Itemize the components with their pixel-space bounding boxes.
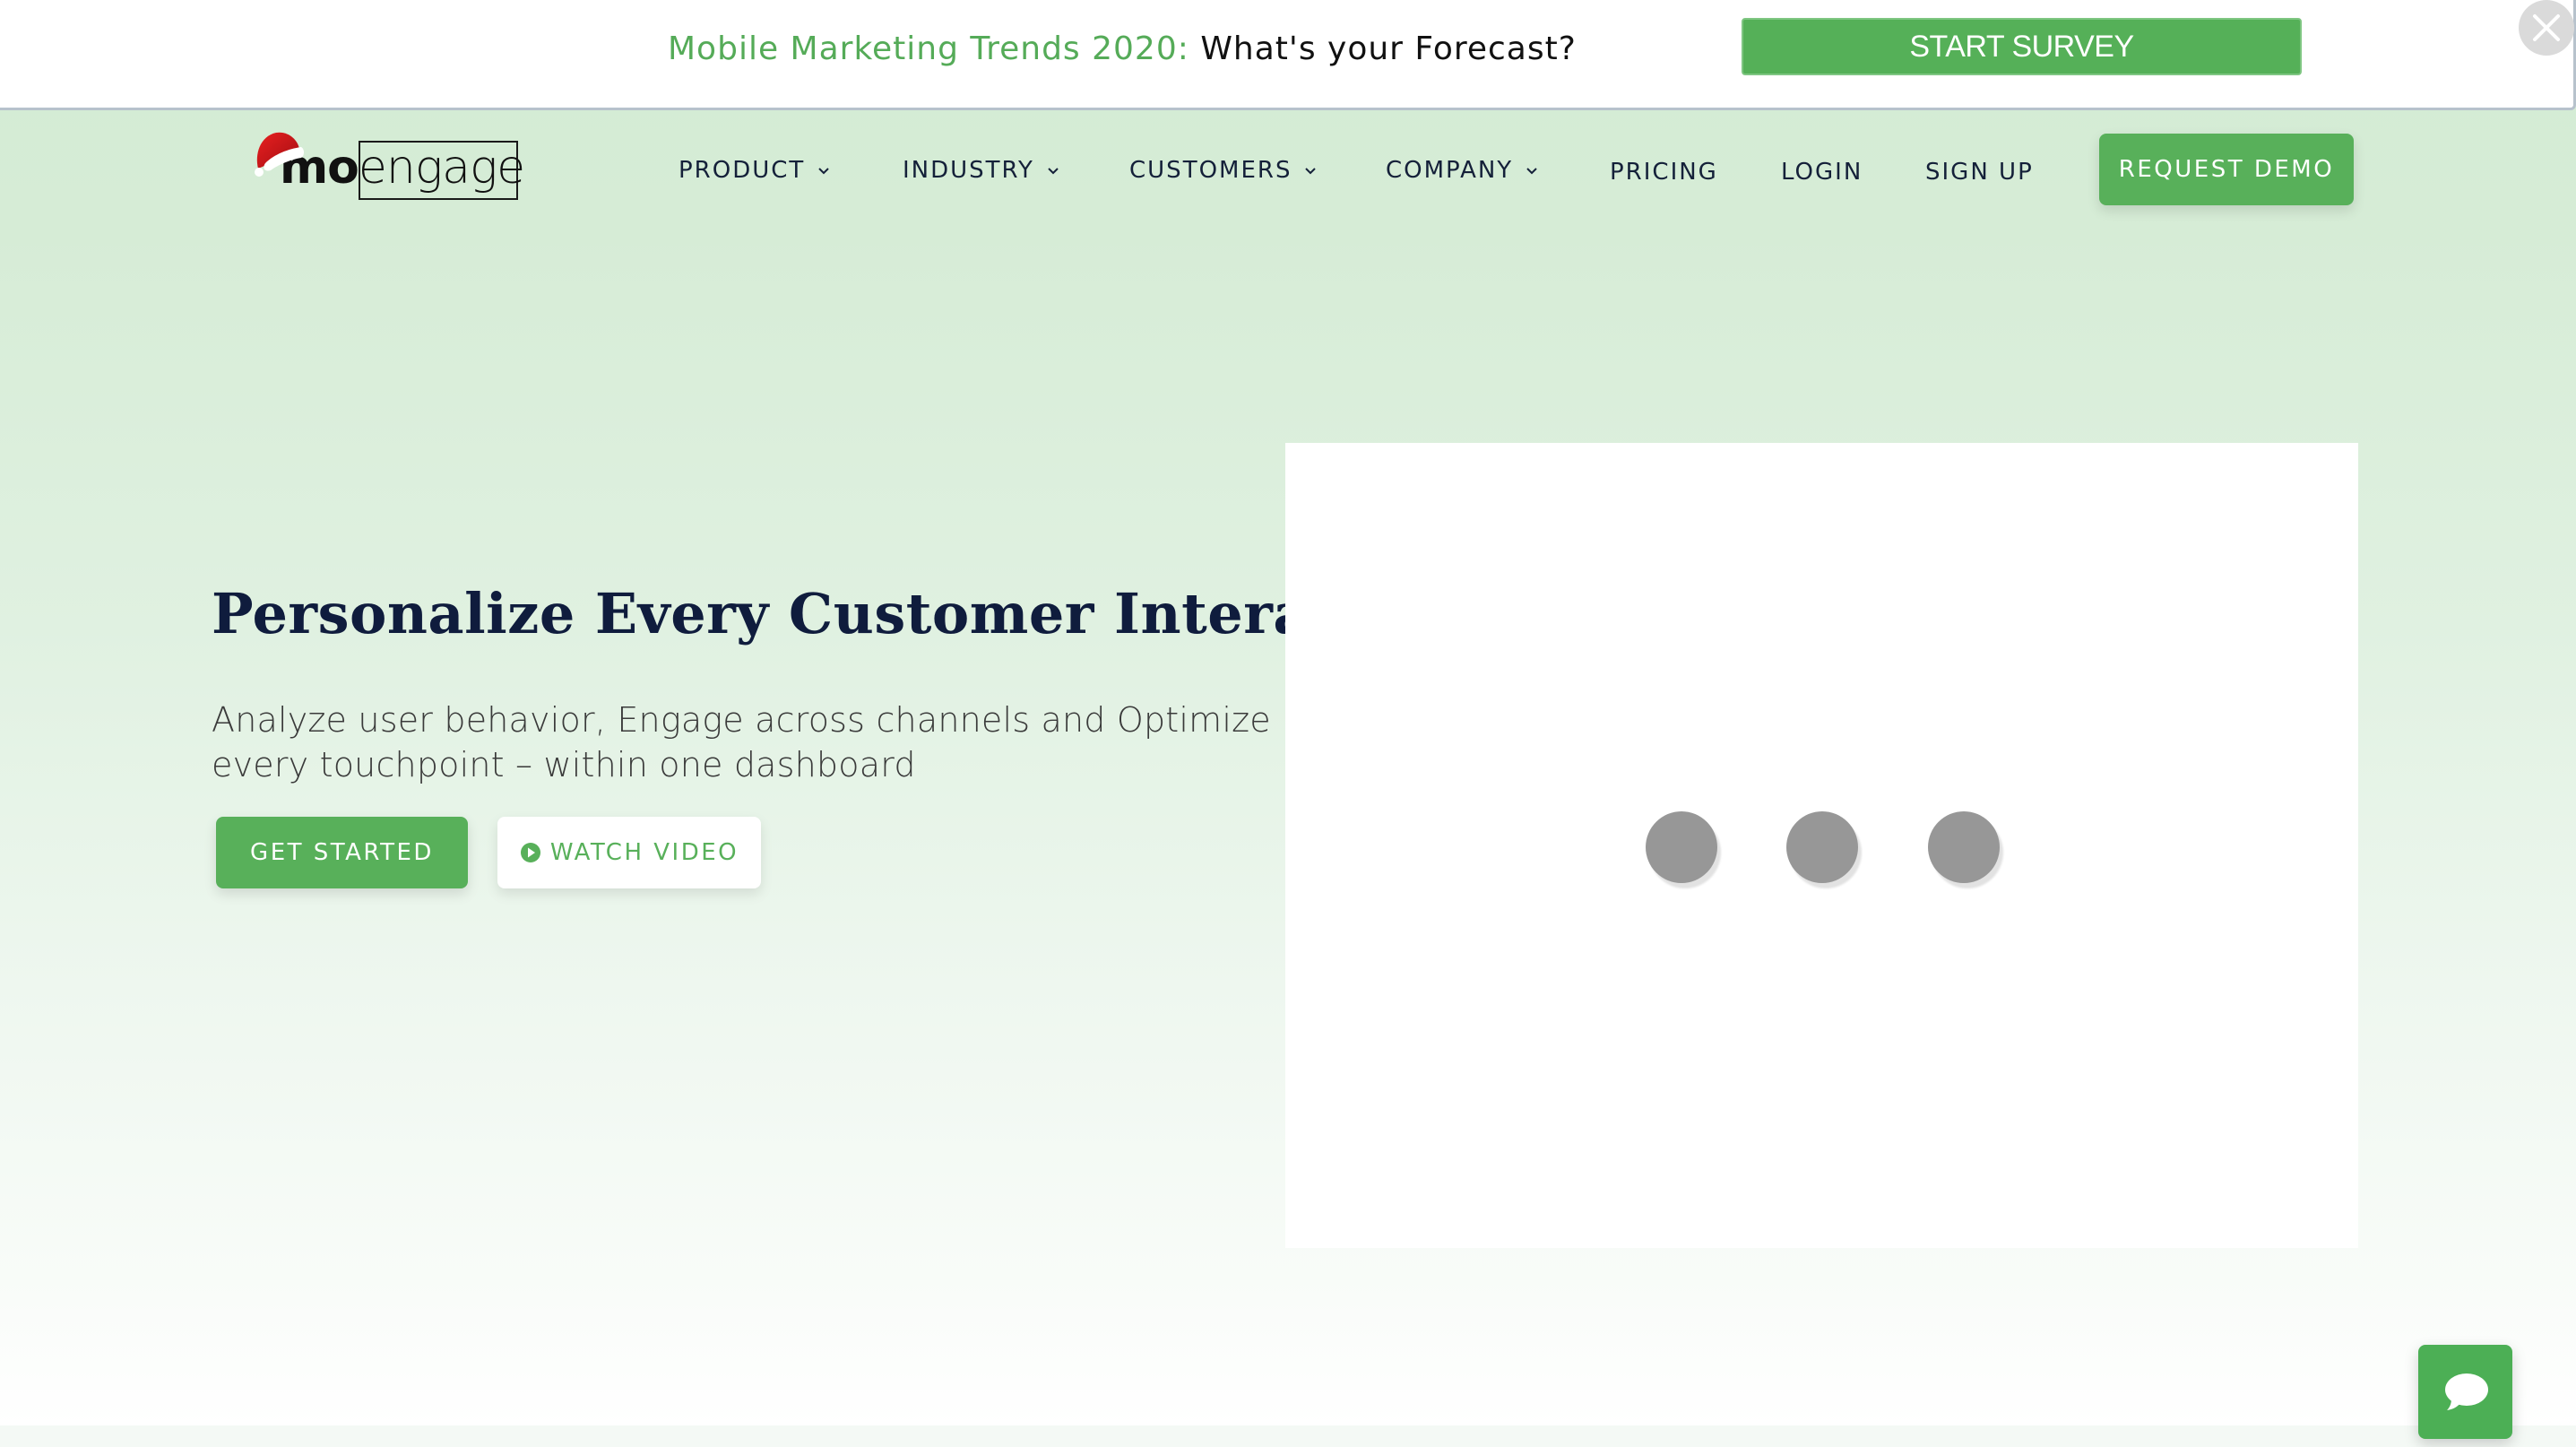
nav-industry-label: INDUSTRY [903, 157, 1034, 184]
hero-subtitle: Analyze user behavior, Engage across cha… [212, 700, 1271, 784]
nav-sign-up-label: SIGN UP [1925, 159, 2034, 186]
start-survey-button[interactable]: START SURVEY [1742, 18, 2302, 75]
survey-banner: Mobile Marketing Trends 2020: What's you… [0, 0, 2576, 110]
moengage-logo[interactable]: moengage [253, 127, 525, 206]
play-circle-icon [520, 843, 540, 862]
nav-company[interactable]: COMPANY [1386, 152, 1538, 188]
loader-dot [1786, 811, 1858, 883]
get-started-button[interactable]: GET STARTED [216, 817, 468, 888]
nav-sign-up[interactable]: SIGN UP [1925, 154, 2034, 190]
hero-title: Personalize Every Customer Interaction [212, 581, 1470, 646]
loader-dot [1646, 811, 1717, 883]
logo-wordmark: moengage [280, 136, 525, 199]
chevron-down-icon [1305, 167, 1317, 174]
nav-pricing[interactable]: PRICING [1610, 154, 1718, 190]
nav-login[interactable]: LOGIN [1781, 154, 1863, 190]
logo-text-light: engage [358, 141, 525, 195]
close-banner-button[interactable] [2519, 0, 2574, 56]
nav-product[interactable]: PRODUCT [679, 152, 830, 188]
close-icon [2533, 14, 2560, 41]
nav-company-label: COMPANY [1386, 157, 1514, 184]
watch-video-label: WATCH VIDEO [549, 839, 739, 866]
nav-customers[interactable]: CUSTOMERS [1129, 152, 1317, 188]
survey-question: What's your Forecast? [1200, 30, 1577, 67]
survey-banner-text: Mobile Marketing Trends 2020: What's you… [668, 27, 1577, 72]
chevron-down-icon [1048, 167, 1059, 174]
chevron-down-icon [1526, 167, 1537, 174]
nav-pricing-label: PRICING [1610, 159, 1718, 186]
nav-product-label: PRODUCT [679, 157, 806, 184]
santa-hat-icon [255, 132, 304, 177]
survey-highlight: Mobile Marketing Trends 2020: [668, 30, 1189, 67]
watch-video-button[interactable]: WATCH VIDEO [497, 817, 761, 888]
request-demo-button[interactable]: REQUEST DEMO [2099, 134, 2354, 205]
nav-customers-label: CUSTOMERS [1129, 157, 1292, 184]
nav-login-label: LOGIN [1781, 159, 1863, 186]
loader-dot [1928, 811, 2000, 883]
chat-widget-button[interactable] [2418, 1345, 2512, 1439]
chat-bubble-icon [2444, 1373, 2488, 1410]
section-divider [0, 1425, 2576, 1447]
nav-industry[interactable]: INDUSTRY [903, 152, 1059, 188]
chevron-down-icon [818, 167, 830, 174]
hero-media-panel [1285, 443, 2358, 1248]
